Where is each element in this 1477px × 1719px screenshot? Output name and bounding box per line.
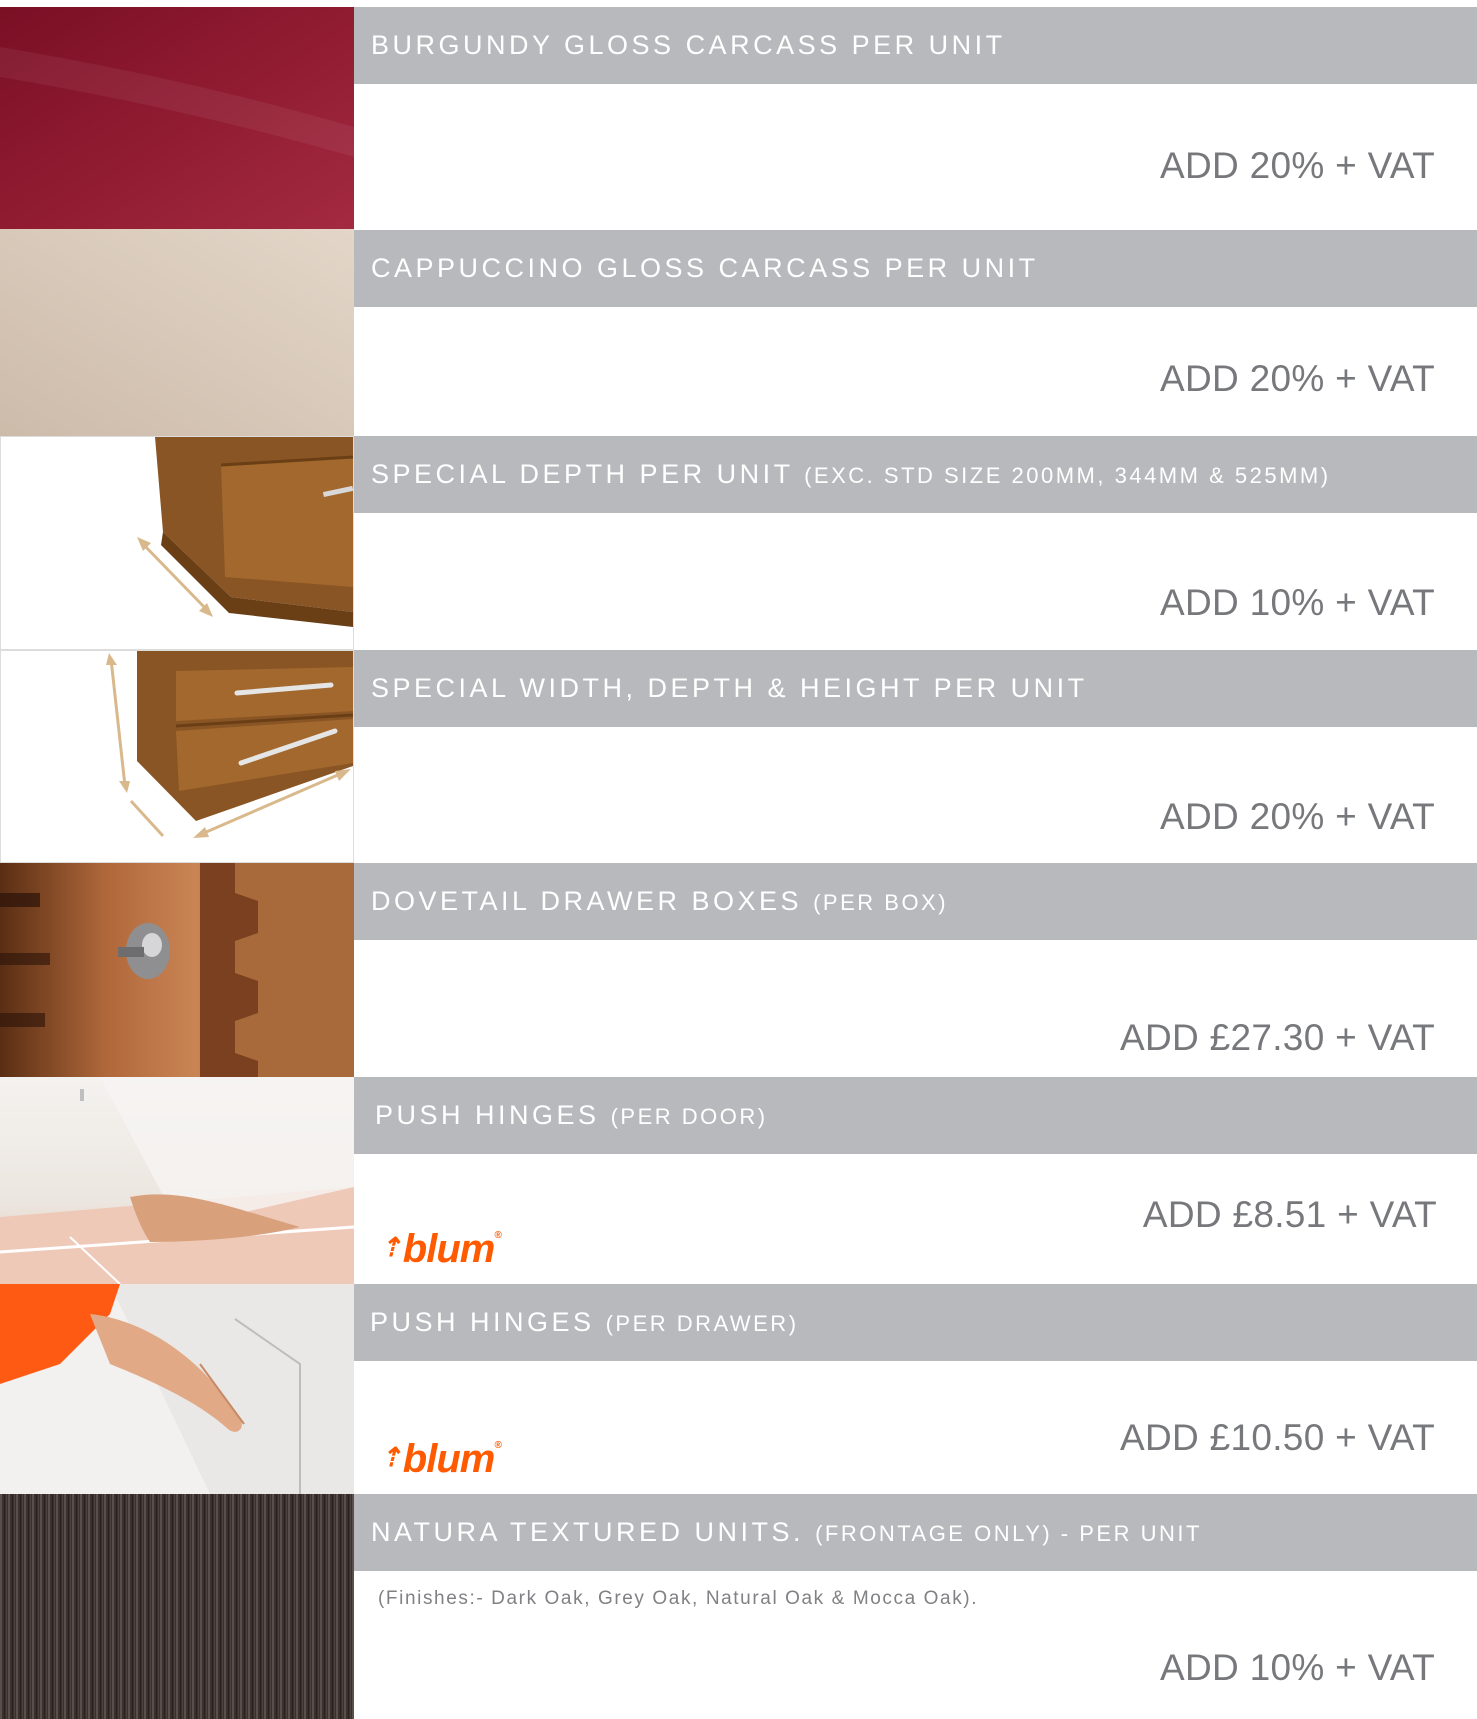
blum-logo: ⇡blum® (380, 1227, 502, 1271)
option-title-bar: SPECIAL WIDTH, DEPTH & HEIGHT PER UNIT (354, 650, 1477, 727)
option-price: ADD 20% + VAT (1160, 145, 1435, 186)
push-drawer-photo-icon (0, 1284, 354, 1494)
option-title-bar: CAPPUCCINO GLOSS CARCASS PER UNIT (354, 230, 1477, 307)
option-row-natura: NATURA TEXTURED UNITS. (FRONTAGE ONLY) -… (0, 1494, 1477, 1719)
option-subtitle: (PER BOX) (813, 890, 949, 915)
option-subtitle: (PER DOOR) (610, 1104, 768, 1129)
drawer-dimensions-diagram-icon (0, 650, 354, 863)
option-price: ADD £10.50 + VAT (1120, 1417, 1435, 1458)
option-subtitle: (FRONTAGE ONLY) - PER UNIT (815, 1521, 1202, 1546)
option-title: NATURA TEXTURED UNITS. (FRONTAGE ONLY) -… (371, 1517, 1202, 1547)
finishes-note: (Finishes:- Dark Oak, Grey Oak, Natural … (378, 1588, 979, 1609)
blum-mark-icon: ⇡ (380, 1232, 402, 1262)
blum-mark-icon: ⇡ (380, 1442, 402, 1472)
option-title-bar: PUSH HINGES (PER DOOR) (354, 1077, 1477, 1154)
option-row-burgundy: BURGUNDY GLOSS CARCASS PER UNIT ADD 20% … (0, 7, 1477, 229)
burgundy-swatch-icon (0, 7, 354, 229)
option-price: ADD 10% + VAT (1160, 582, 1435, 623)
option-title-bar: NATURA TEXTURED UNITS. (FRONTAGE ONLY) -… (354, 1494, 1477, 1571)
option-price: ADD 20% + VAT (1160, 358, 1435, 399)
option-title: SPECIAL WIDTH, DEPTH & HEIGHT PER UNIT (371, 673, 1088, 703)
option-price: ADD £8.51 + VAT (1142, 1194, 1437, 1235)
dovetail-drawer-photo-icon (0, 863, 354, 1077)
option-title: SPECIAL DEPTH PER UNIT (EXC. STD SIZE 20… (371, 459, 1331, 489)
option-title: PUSH HINGES (PER DOOR) (375, 1100, 768, 1130)
blum-logo: ⇡blum® (380, 1437, 502, 1481)
option-title: BURGUNDY GLOSS CARCASS PER UNIT (371, 30, 1006, 60)
option-title-bar: SPECIAL DEPTH PER UNIT (EXC. STD SIZE 20… (354, 436, 1477, 513)
option-row-push-hinges-drawer: PUSH HINGES (PER DRAWER) ADD £10.50 + VA… (0, 1284, 1477, 1494)
option-title-bar: BURGUNDY GLOSS CARCASS PER UNIT (354, 7, 1477, 84)
option-subtitle: (PER DRAWER) (605, 1311, 799, 1336)
option-row-cappuccino: CAPPUCCINO GLOSS CARCASS PER UNIT ADD 20… (0, 229, 1477, 436)
option-row-push-hinges-door: PUSH HINGES (PER DOOR) ADD £8.51 + VAT ⇡… (0, 1077, 1477, 1284)
push-door-photo-icon (0, 1077, 354, 1284)
option-row-special-size: SPECIAL WIDTH, DEPTH & HEIGHT PER UNIT A… (0, 650, 1477, 863)
option-price: ADD 10% + VAT (1160, 1647, 1435, 1688)
natura-wood-swatch-icon (0, 1494, 354, 1719)
option-title: PUSH HINGES (PER DRAWER) (370, 1307, 799, 1337)
option-title: CAPPUCCINO GLOSS CARCASS PER UNIT (371, 253, 1039, 283)
option-price: ADD £27.30 + VAT (1120, 1017, 1435, 1058)
option-subtitle: (EXC. STD SIZE 200MM, 344MM & 525MM) (804, 463, 1331, 488)
option-row-special-depth: SPECIAL DEPTH PER UNIT (EXC. STD SIZE 20… (0, 436, 1477, 650)
option-title: DOVETAIL DRAWER BOXES (PER BOX) (371, 886, 949, 916)
option-title-bar: DOVETAIL DRAWER BOXES (PER BOX) (354, 863, 1477, 940)
option-title-bar: PUSH HINGES (PER DRAWER) (354, 1284, 1477, 1361)
option-price: ADD 20% + VAT (1160, 796, 1435, 837)
option-row-dovetail: DOVETAIL DRAWER BOXES (PER BOX) ADD £27.… (0, 863, 1477, 1077)
cappuccino-swatch-icon (0, 229, 354, 436)
drawer-depth-diagram-icon (0, 436, 354, 650)
